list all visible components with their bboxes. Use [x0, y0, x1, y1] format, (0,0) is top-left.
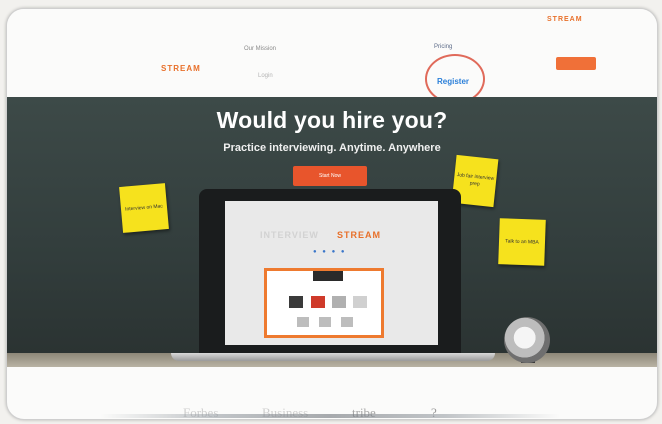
- screen-panel-bar: [313, 271, 343, 281]
- hero-subheadline: Practice interviewing. Anytime. Anywhere: [223, 142, 441, 154]
- hero-cta-button[interactable]: Start Now: [293, 166, 367, 186]
- register-link[interactable]: Register: [437, 77, 469, 86]
- site-header: STREAM STREAM Our Mission Login Pricing …: [7, 9, 657, 104]
- sticky-note: Talk to an MBA: [498, 218, 546, 266]
- sticky-note: Interview on Mac: [119, 183, 169, 233]
- screen-thumbnail: [319, 317, 331, 327]
- hero-cta-label: Start Now: [319, 173, 341, 179]
- page-frame: STREAM STREAM Our Mission Login Pricing …: [6, 8, 658, 420]
- screen-thumbnail: [353, 296, 367, 308]
- screen-thumbnail: [289, 296, 303, 308]
- screen-thumbnail: [341, 317, 353, 327]
- scan-artifact: [100, 414, 560, 418]
- nav-link-pricing[interactable]: Pricing: [434, 44, 452, 50]
- laptop-base: [171, 353, 495, 361]
- screen-dots: ● ● ● ●: [313, 249, 347, 255]
- hero-headline: Would you hire you?: [216, 107, 448, 133]
- header-cta-button[interactable]: [556, 57, 596, 70]
- screen-thumbnail: [311, 296, 325, 308]
- nav-link-login[interactable]: Login: [258, 73, 273, 79]
- screen-thumbnail: [297, 317, 309, 327]
- site-logo[interactable]: STREAM: [161, 64, 201, 73]
- screen-thumbnail: [332, 296, 346, 308]
- webcam-icon: [504, 317, 550, 363]
- screen-logo-prefix: INTERVIEW: [260, 230, 319, 240]
- nav-link-mission[interactable]: Our Mission: [244, 46, 276, 52]
- screen-logo: STREAM: [337, 230, 381, 240]
- site-logo-secondary[interactable]: STREAM: [547, 16, 583, 23]
